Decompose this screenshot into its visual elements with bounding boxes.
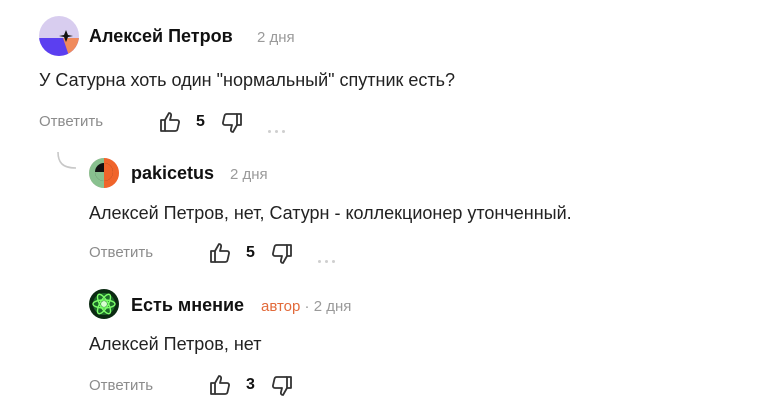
more-dots-icon[interactable]: [318, 250, 340, 263]
thumb-down-icon[interactable]: [220, 111, 244, 135]
comment-time: 2 дня: [257, 29, 295, 46]
reply-button[interactable]: Ответить: [89, 244, 153, 261]
thumb-down-icon[interactable]: [270, 374, 294, 398]
like-count: 5: [246, 244, 255, 261]
avatar[interactable]: [89, 158, 119, 188]
thumb-up-icon[interactable]: [158, 110, 182, 134]
reply-button[interactable]: Ответить: [39, 113, 103, 130]
reply-button[interactable]: Ответить: [89, 377, 153, 394]
thumb-up-icon[interactable]: [208, 373, 232, 397]
author-name[interactable]: pakicetus: [131, 163, 214, 184]
avatar[interactable]: [39, 16, 79, 56]
comment-text: Алексей Петров, нет: [89, 334, 262, 354]
author-name[interactable]: Есть мнение: [131, 295, 244, 316]
comment-text: Алексей Петров, нет, Сатурн - коллекцион…: [89, 203, 572, 223]
thumb-down-icon[interactable]: [270, 242, 294, 266]
reply-thread-icon: [56, 151, 78, 177]
time-text: 2 дня: [230, 166, 268, 183]
thumb-up-icon[interactable]: [208, 241, 232, 265]
like-count: 5: [196, 113, 205, 130]
time-text: · 2 дня: [304, 298, 352, 315]
author-name[interactable]: Алексей Петров: [89, 26, 233, 47]
time-text: 2 дня: [257, 29, 295, 46]
comment-time: 2 дня: [230, 166, 268, 183]
comment-meta: автор · 2 дня: [261, 298, 351, 315]
like-count: 3: [246, 376, 255, 393]
avatar[interactable]: [89, 289, 119, 319]
author-badge: автор: [261, 298, 301, 315]
more-dots-icon[interactable]: [268, 120, 290, 133]
comment-text: У Сатурна хоть один "нормальный" спутник…: [39, 70, 456, 90]
